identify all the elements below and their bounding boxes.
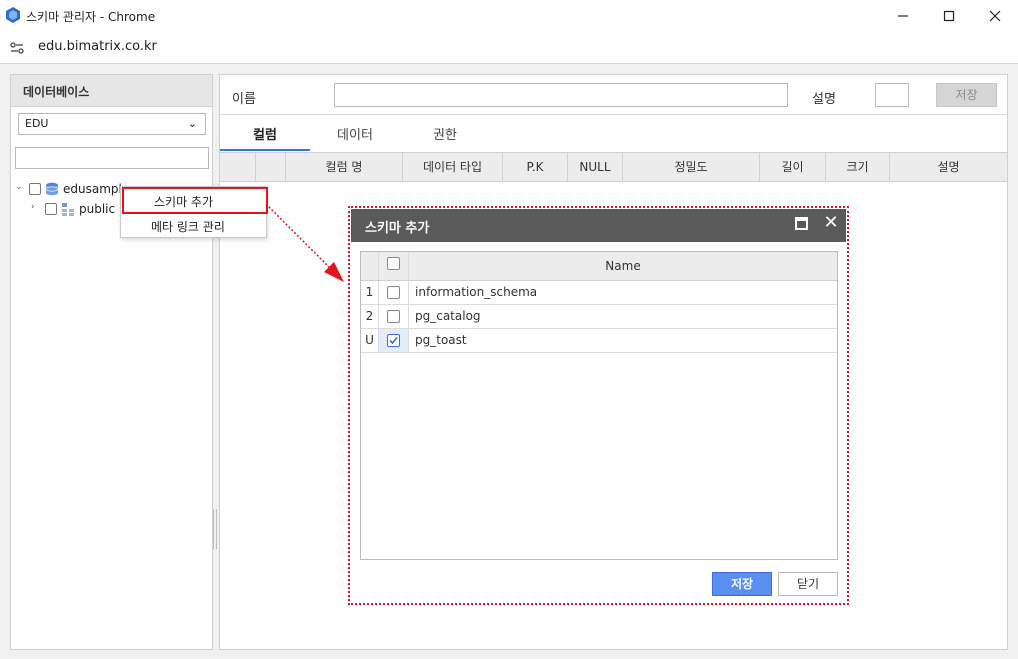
- save-button[interactable]: 저장: [936, 83, 997, 107]
- detail-tabs: 컬럼 데이터 권한: [220, 125, 1007, 153]
- minimize-icon: [898, 14, 908, 17]
- chevron-down-icon: ⌄: [187, 117, 197, 130]
- row-check-cell: [379, 281, 409, 304]
- tree-label: public: [79, 202, 116, 216]
- dialog-close-button[interactable]: 닫기: [778, 572, 838, 596]
- maximize-button[interactable]: [926, 0, 972, 31]
- column-header[interactable]: P.K: [503, 153, 568, 181]
- select-all-checkbox[interactable]: [387, 257, 400, 270]
- description-input[interactable]: [875, 83, 909, 107]
- address-bar: edu.bimatrix.co.kr: [0, 31, 1018, 64]
- column-header[interactable]: 정밀도: [623, 153, 760, 181]
- panel-splitter[interactable]: [213, 509, 217, 549]
- name-column-header[interactable]: Name: [409, 252, 837, 280]
- row-checkbox[interactable]: [387, 286, 400, 299]
- tree-checkbox[interactable]: [29, 183, 41, 195]
- dialog-header: 스키마 추가: [351, 209, 846, 242]
- expand-chevron-icon[interactable]: ›: [31, 202, 35, 212]
- app-icon: [6, 7, 20, 23]
- schema-name: information_schema: [415, 285, 538, 299]
- column-header: [220, 153, 256, 181]
- name-label: 이름: [232, 92, 256, 107]
- url-text[interactable]: edu.bimatrix.co.kr: [38, 39, 157, 54]
- dialog-title: 스키마 추가: [365, 221, 430, 236]
- database-panel: 데이터베이스 EDU ⌄ ⌄ edusample › public: [10, 74, 213, 650]
- table-row[interactable]: 1 information_schema: [361, 281, 837, 305]
- table-row[interactable]: 2 pg_catalog: [361, 305, 837, 329]
- tab-columns[interactable]: 컬럼: [220, 125, 310, 151]
- maximize-icon: [943, 10, 955, 21]
- tree-context-menu: 스키마 추가 메타 링크 관리: [120, 186, 268, 238]
- row-index: 2: [361, 305, 379, 328]
- row-index: U: [361, 329, 379, 352]
- schema-grid: Name 1 information_schema 2 pg_catalog U…: [360, 251, 838, 560]
- database-select[interactable]: EDU ⌄: [18, 113, 206, 135]
- database-panel-title: 데이터베이스: [11, 75, 212, 107]
- close-icon: [989, 10, 1001, 21]
- window-titlebar: 스키마 관리자 - Chrome: [0, 0, 1018, 31]
- window-title: 스키마 관리자 - Chrome: [26, 10, 156, 24]
- dialog-save-button[interactable]: 저장: [712, 572, 772, 596]
- column-header[interactable]: 데이터 타입: [403, 153, 503, 181]
- database-icon: [45, 182, 59, 196]
- column-header[interactable]: 크기: [826, 153, 890, 181]
- minimize-button[interactable]: [880, 0, 926, 31]
- schema-icon: [62, 203, 74, 216]
- name-input[interactable]: [334, 83, 788, 107]
- column-header: [256, 153, 286, 181]
- database-select-value: EDU: [25, 117, 49, 130]
- description-label: 설명: [812, 92, 836, 107]
- tree-search-input[interactable]: [15, 147, 209, 169]
- schema-name: pg_catalog: [415, 309, 481, 323]
- add-schema-dialog: 스키마 추가 ✕ Name 1 information_schema 2 pg_…: [348, 206, 849, 605]
- column-header[interactable]: 설명: [890, 153, 1007, 181]
- checkmark-icon: [389, 336, 398, 345]
- site-settings-icon[interactable]: [9, 40, 25, 56]
- select-all-cell: [379, 252, 409, 280]
- schema-grid-header: Name: [361, 252, 837, 281]
- menu-item-meta-link[interactable]: 메타 링크 관리: [121, 214, 266, 238]
- column-header[interactable]: 길이: [760, 153, 826, 181]
- row-index: 1: [361, 281, 379, 304]
- row-checkbox[interactable]: [387, 310, 400, 323]
- table-row[interactable]: U pg_toast: [361, 329, 837, 353]
- columns-grid-header: 컬럼 명 데이터 타입 P.K NULL 정밀도 길이 크기 설명: [220, 152, 1007, 182]
- maximize-icon[interactable]: [795, 217, 808, 230]
- column-header[interactable]: 컬럼 명: [286, 153, 403, 181]
- row-check-cell: [379, 329, 409, 352]
- menu-item-add-schema[interactable]: 스키마 추가: [122, 187, 268, 214]
- close-window-button[interactable]: [972, 0, 1018, 31]
- row-checkbox-checked[interactable]: [387, 334, 400, 347]
- index-header: [361, 252, 379, 280]
- schema-name: pg_toast: [415, 333, 467, 347]
- tab-data[interactable]: 데이터: [310, 125, 400, 151]
- row-check-cell: [379, 305, 409, 328]
- column-header[interactable]: NULL: [568, 153, 623, 181]
- tree-checkbox[interactable]: [45, 203, 57, 215]
- schema-form: 이름 설명 저장: [220, 75, 1007, 115]
- close-icon[interactable]: ✕: [822, 213, 840, 233]
- expand-chevron-icon[interactable]: ⌄: [15, 182, 23, 192]
- tab-permissions[interactable]: 권한: [400, 125, 490, 151]
